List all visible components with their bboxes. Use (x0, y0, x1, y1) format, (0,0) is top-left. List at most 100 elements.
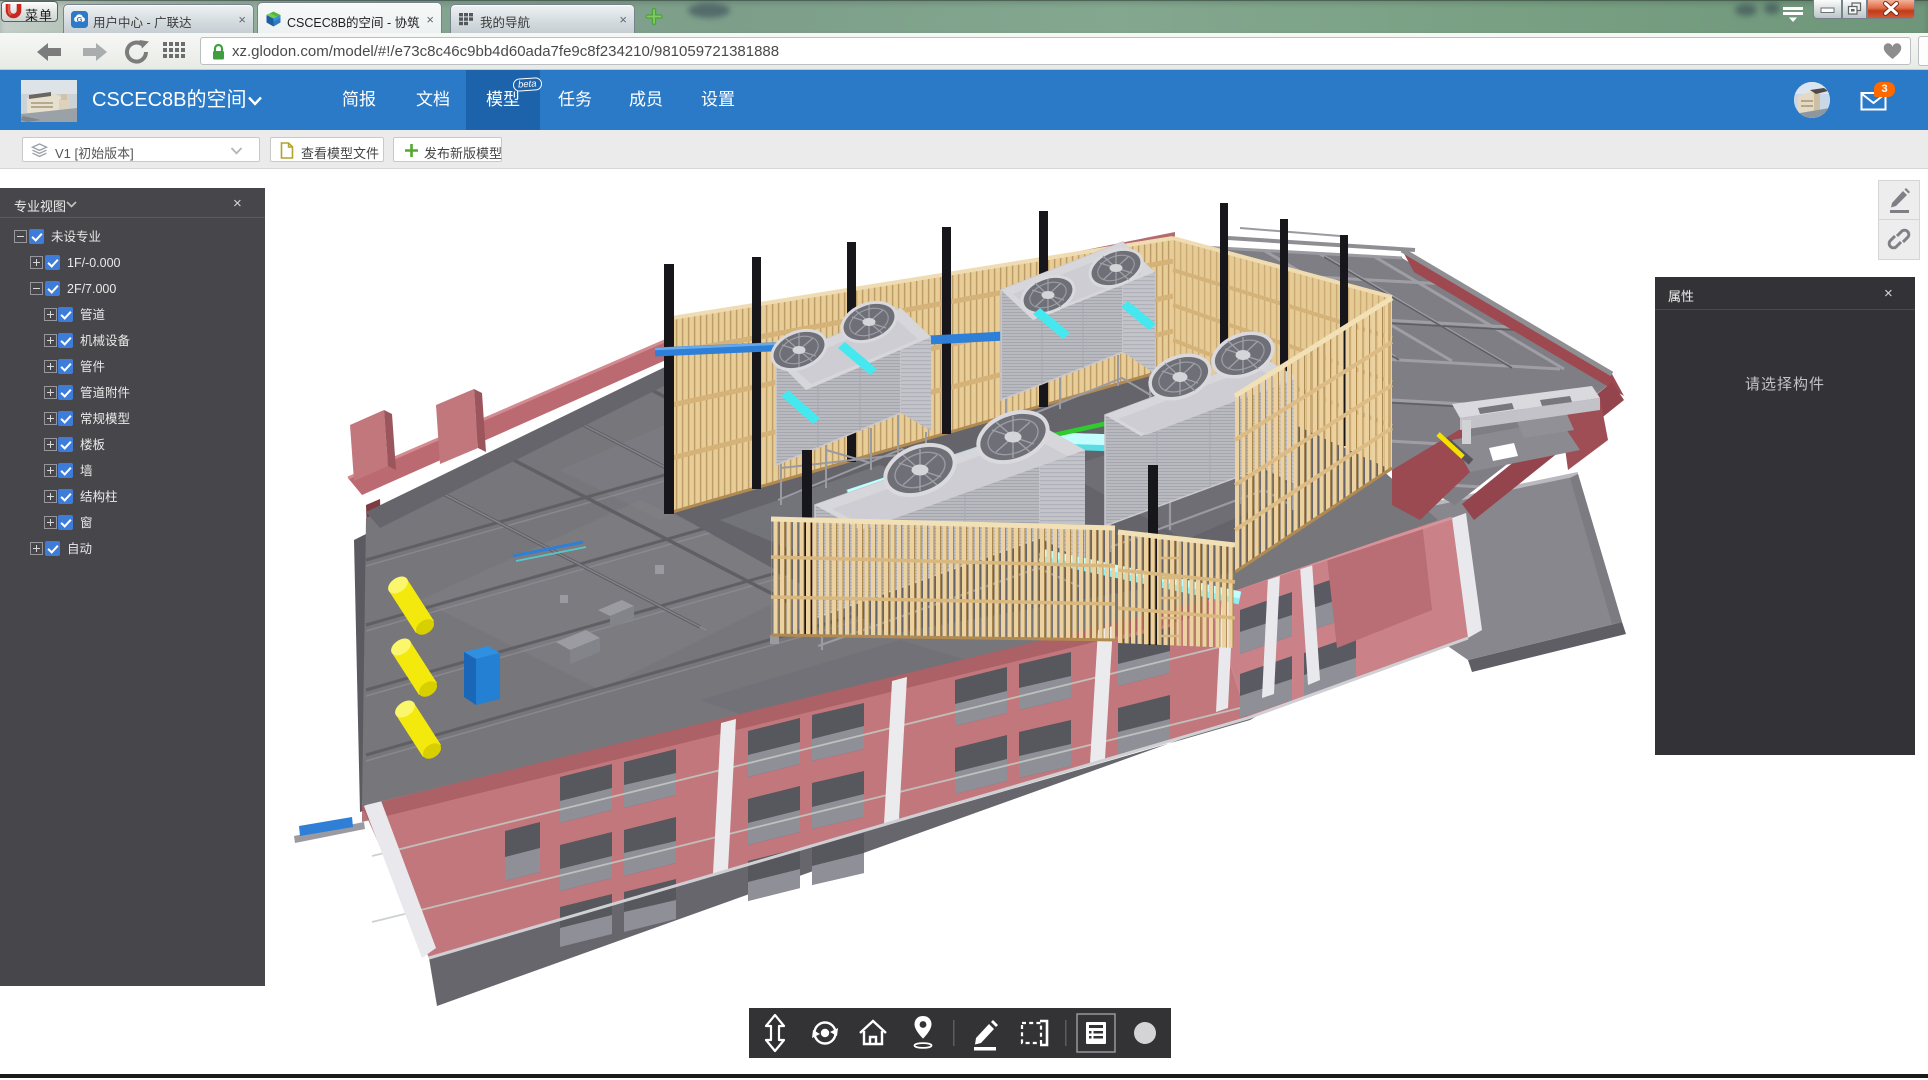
window-close-button[interactable] (1867, 0, 1915, 19)
tree-expand-toggle[interactable] (44, 438, 57, 451)
tree-expand-toggle[interactable] (44, 308, 57, 321)
glodon-cloud-favicon: G (71, 11, 88, 28)
version-select-value: V1 [初始版本] (55, 143, 134, 162)
tree-checkbox[interactable] (45, 541, 60, 556)
tree-item[interactable]: 墙 (0, 458, 265, 484)
tree-checkbox[interactable] (58, 359, 73, 374)
tree-expand-toggle[interactable] (44, 412, 57, 425)
tree-expand-toggle[interactable] (44, 464, 57, 477)
nav-item-tasks[interactable]: 任务 (538, 70, 612, 130)
nav-item-members[interactable]: 成员 (609, 70, 683, 130)
tree-item[interactable]: 管件 (0, 354, 265, 380)
panel-close-icon[interactable]: × (1884, 285, 1893, 302)
browser-menu-button[interactable]: 菜单 (1, 1, 58, 22)
user-avatar[interactable] (1794, 82, 1830, 118)
tree-item[interactable]: 管道附件 (0, 380, 265, 406)
markup-icon[interactable] (974, 1020, 998, 1051)
roam-icon[interactable] (915, 1016, 932, 1048)
new-tab-button[interactable] (641, 6, 667, 27)
url-field[interactable]: xz.glodon.com/model/#!/e73c8c46c9bb4d60a… (200, 37, 1876, 65)
view-model-files-button[interactable]: 查看模型文件 (270, 137, 384, 162)
tree-expand-toggle[interactable] (14, 230, 27, 243)
tree-item[interactable]: 管道 (0, 302, 265, 328)
tree-item-label: 管件 (80, 354, 105, 381)
model-file-icon (280, 142, 294, 159)
tree-item-label: 管道附件 (80, 380, 130, 407)
forward-icon[interactable] (77, 39, 111, 65)
markup-tool-button[interactable] (1878, 180, 1920, 220)
publish-model-button[interactable]: 发布新版模型 (393, 137, 502, 162)
link-tool-button[interactable] (1878, 220, 1920, 260)
home-icon[interactable] (860, 1021, 886, 1044)
tree-expand-toggle[interactable] (44, 334, 57, 347)
nav-item-settings[interactable]: 设置 (681, 70, 755, 130)
notifications-mail[interactable]: 3 (1860, 90, 1900, 116)
window-minimize-button[interactable] (1813, 0, 1842, 19)
titlebar-menu-icon[interactable] (1781, 6, 1805, 24)
new-tab-plus-icon (641, 6, 667, 27)
tree-checkbox[interactable] (29, 229, 44, 244)
space-title-caret-icon[interactable] (247, 96, 263, 106)
refresh-icon[interactable] (120, 39, 154, 65)
tree-checkbox[interactable] (58, 411, 73, 426)
favorites-heart-button[interactable] (1875, 37, 1911, 65)
tree-item[interactable]: 窗 (0, 510, 265, 536)
tree-item[interactable]: 机械设备 (0, 328, 265, 354)
tree-checkbox[interactable] (45, 281, 60, 296)
space-title[interactable]: CSCEC8B的空间 (92, 70, 246, 130)
panel-close-icon[interactable]: × (233, 195, 242, 212)
tree-expand-toggle[interactable] (30, 542, 43, 555)
tree-checkbox[interactable] (58, 515, 73, 530)
window-maximize-button[interactable] (1842, 0, 1867, 19)
tree-item[interactable]: 未设专业 (0, 224, 265, 250)
nav-item-documents[interactable]: 文档 (396, 70, 470, 130)
model-viewport[interactable]: 专业视图 × 未设专业 1F/-0.000 (0, 169, 1928, 1080)
pencil-icon (1879, 181, 1919, 219)
tab-my-navigation[interactable]: 我的导航 × (450, 4, 635, 33)
back-icon[interactable] (33, 39, 67, 65)
nav-item-briefing[interactable]: 简报 (322, 70, 396, 130)
tree-item[interactable]: 结构柱 (0, 484, 265, 510)
section-box-icon[interactable] (1022, 1021, 1047, 1045)
tree-item-label: 2F/7.000 (67, 276, 116, 303)
tree-checkbox[interactable] (58, 489, 73, 504)
tree-checkbox[interactable] (58, 463, 73, 478)
version-select[interactable]: V1 [初始版本] (22, 137, 260, 162)
tree-expand-toggle[interactable] (30, 282, 43, 295)
tree-expand-toggle[interactable] (44, 516, 57, 529)
tab-title: 我的导航 (480, 12, 530, 31)
browser-window: 菜单 G 用户中心 - 广联达 × CSCEC8B的空间 - 协筑 × (0, 0, 1928, 1080)
tree-checkbox[interactable] (58, 437, 73, 452)
apps-grid-icon[interactable] (162, 41, 188, 61)
tree-checkbox[interactable] (58, 385, 73, 400)
tree-item[interactable]: 2F/7.000 (0, 276, 265, 302)
tree-item[interactable]: 自动 (0, 536, 265, 562)
orbit-icon[interactable] (812, 1023, 838, 1044)
elevation-icon[interactable] (766, 1015, 784, 1051)
tree-item[interactable]: 常规模型 (0, 406, 265, 432)
link-icon (1879, 220, 1919, 258)
tree-item-label: 墙 (80, 458, 93, 485)
tree-item[interactable]: 1F/-0.000 (0, 250, 265, 276)
component-list-icon[interactable] (1086, 1022, 1106, 1044)
tab-user-center[interactable]: G 用户中心 - 广联达 × (63, 4, 254, 33)
tab-cscec8b-space[interactable]: CSCEC8B的空间 - 协筑 × (257, 2, 442, 33)
tree-item-label: 结构柱 (80, 484, 118, 511)
tree-expand-toggle[interactable] (44, 360, 57, 373)
tab-close-icon[interactable]: × (238, 12, 246, 27)
panel-caret-icon[interactable] (66, 201, 77, 208)
tree-expand-toggle[interactable] (30, 256, 43, 269)
view-model-files-label: 查看模型文件 (301, 143, 379, 162)
record-icon[interactable] (1134, 1022, 1156, 1044)
nav-item-model[interactable]: 模型beta (466, 70, 540, 130)
space-thumbnail[interactable] (21, 80, 77, 122)
tab-close-icon[interactable]: × (426, 12, 434, 27)
bim-3d-model[interactable] (0, 169, 1928, 1080)
tab-close-icon[interactable]: × (619, 12, 627, 27)
tree-checkbox[interactable] (58, 307, 73, 322)
tree-item[interactable]: 楼板 (0, 432, 265, 458)
tree-expand-toggle[interactable] (44, 386, 57, 399)
tree-checkbox[interactable] (58, 333, 73, 348)
tree-checkbox[interactable] (45, 255, 60, 270)
tree-expand-toggle[interactable] (44, 490, 57, 503)
